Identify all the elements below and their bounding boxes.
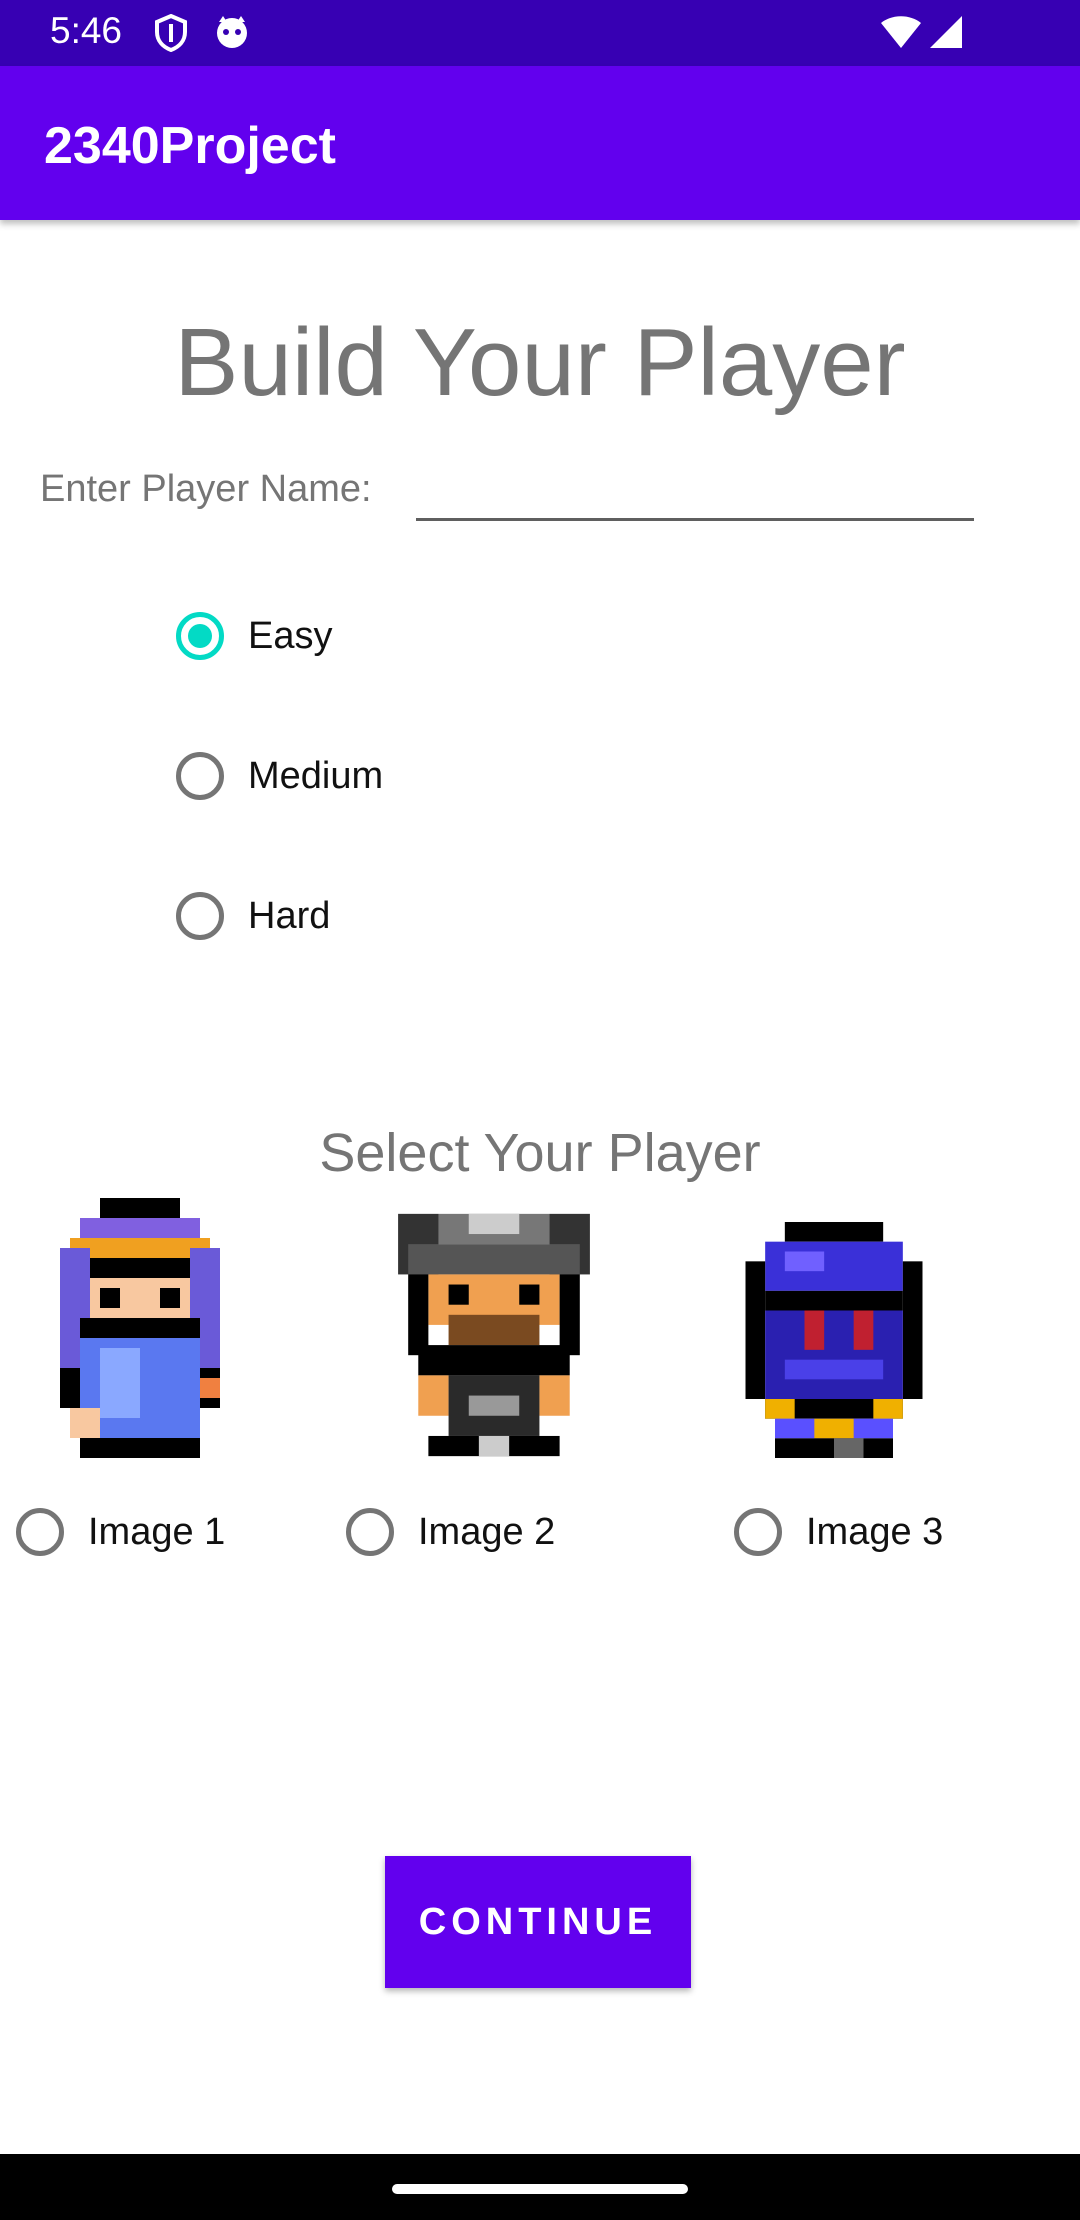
radio-option-image-1[interactable]: Image 1 [16,1508,225,1556]
mage-sprite[interactable] [50,1198,230,1458]
medium-label: Medium [248,754,384,797]
status-bar: 5:46 [0,0,1080,66]
player-name-input[interactable] [416,462,974,521]
cat-icon [217,16,247,48]
hard-radio-button[interactable] [176,892,224,940]
image-3-label: Image 3 [806,1510,944,1553]
app-title: 2340Project [44,117,336,175]
radio-option-easy[interactable]: Easy [176,612,332,660]
image-1-radio-button[interactable] [16,1508,64,1556]
knight-sprite[interactable] [744,1222,924,1458]
wifi-icon [881,16,921,48]
home-gesture-handle[interactable] [392,2184,688,2194]
player-name-label: Enter Player Name: [40,468,372,510]
easy-label: Easy [248,614,333,657]
image-2-label: Image 2 [418,1510,556,1553]
medium-radio-button[interactable] [176,752,224,800]
signal-icon [930,16,962,48]
navigation-bar [0,2154,1080,2220]
select-player-heading: Select Your Player [319,1123,761,1183]
warrior-sprite[interactable] [388,1212,600,1458]
shield-icon [155,14,187,52]
easy-radio-button[interactable] [176,612,224,660]
continue-button[interactable]: CONTINUE [385,1856,691,1988]
radio-option-medium[interactable]: Medium [176,752,383,800]
hard-label: Hard [248,894,331,937]
page-title: Build Your Player [174,309,906,416]
radio-option-image-2[interactable]: Image 2 [346,1508,555,1556]
app-bar: 2340Project [0,66,1080,220]
image-1-label: Image 1 [88,1510,226,1553]
image-3-radio-button[interactable] [734,1508,782,1556]
image-2-radio-button[interactable] [346,1508,394,1556]
radio-option-hard[interactable]: Hard [176,892,330,940]
radio-option-image-3[interactable]: Image 3 [734,1508,943,1556]
status-time: 5:46 [50,10,123,51]
